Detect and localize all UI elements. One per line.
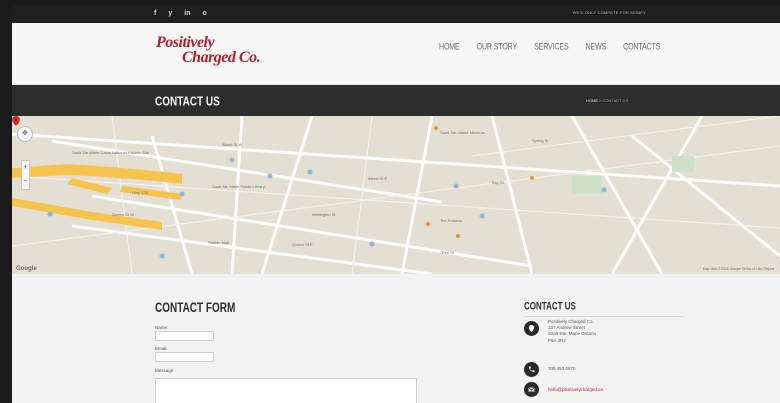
top-bar: f y in o WE'D ONLY COMPETE FOR MONEY — [12, 5, 780, 23]
address-line-3: Sault Ste. Marie Ontario — [548, 331, 597, 337]
name-label: Name: — [155, 325, 169, 330]
map-attribution[interactable]: Map data ©2016 Google Terms of Use Repor… — [703, 267, 774, 271]
breadcrumb-home[interactable]: HOME — [586, 98, 598, 103]
logo[interactable]: Positively Charged Co. — [156, 34, 261, 66]
map-label-albert-e: Albert St E — [368, 176, 387, 181]
logo-line-2: Charged Co. — [182, 49, 261, 66]
nav-home[interactable]: HOME — [439, 41, 460, 55]
map-tiles: Sault Ste Marie Canal National Historic … — [12, 116, 780, 274]
address: Positively Charged Co. 137 Andrew Street… — [548, 319, 596, 344]
google-logo: Google — [16, 266, 37, 272]
map-label-spring: Spring St — [532, 138, 549, 143]
facebook-icon[interactable]: f — [154, 9, 156, 19]
map-label-hwy: Hwy 17B — [132, 190, 148, 195]
email-address[interactable]: hello@positivelycharged.ca — [548, 387, 603, 392]
contact-us-heading: CONTACT US — [524, 300, 576, 313]
map-label-queen-w: Queen St W — [112, 212, 134, 217]
nav-our-story[interactable]: OUR STORY — [477, 41, 518, 55]
message-field[interactable] — [155, 378, 417, 403]
email-label: Email: — [155, 346, 168, 351]
nav-contacts[interactable]: CONTACTS — [623, 41, 660, 55]
breadcrumb: HOME » CONTACT US — [586, 98, 628, 103]
map-label-canal: Sault Ste Marie Canal National Historic … — [72, 150, 150, 155]
map-label-queen-e: Queen St E — [292, 242, 313, 247]
email-icon — [524, 382, 539, 397]
logo-line-1: Positively — [156, 34, 215, 51]
nav-news[interactable]: NEWS — [586, 41, 607, 55]
map-label-station-mall: Station Mall — [208, 240, 229, 245]
email-field[interactable] — [155, 352, 214, 362]
map-label-pim: Pim St — [442, 250, 455, 255]
twitter-icon[interactable]: y — [168, 9, 172, 19]
instagram-icon[interactable]: o — [202, 9, 206, 19]
message-label: Message: — [155, 368, 175, 373]
map-zoom-control[interactable]: + − — [21, 160, 30, 190]
breadcrumb-current: CONTACT US — [602, 98, 629, 103]
site-header: Positively Charged Co. HOME OUR STORY SE… — [12, 23, 780, 85]
page-title-bar: CONTACT US HOME » CONTACT US — [12, 85, 780, 116]
phone-icon — [524, 362, 539, 377]
nav-services[interactable]: SERVICES — [534, 41, 569, 55]
tagline: WE'D ONLY COMPETE FOR MONEY — [572, 10, 646, 15]
name-field[interactable] — [155, 331, 214, 341]
map-label-museum: Sault Ste. Marie Museum — [440, 130, 486, 135]
google-map[interactable]: Sault Ste Marie Canal National Historic … — [12, 116, 780, 274]
map-label-wellington: Wellington St — [312, 212, 336, 217]
browser-page: f y in o WE'D ONLY COMPETE FOR MONEY Pos… — [12, 5, 780, 403]
linkedin-icon[interactable]: in — [184, 9, 190, 19]
map-label-tim-hortons: Tim Hortons — [440, 218, 462, 223]
phone-number[interactable]: 705 453 5870 — [548, 366, 576, 371]
contact-form-title: CONTACT FORM — [155, 301, 236, 316]
location-icon — [524, 321, 539, 336]
contact-section: CONTACT FORM Name: Email: Message: CONTA… — [12, 274, 780, 403]
social-links: f y in o — [154, 9, 207, 19]
map-pin-icon[interactable] — [12, 116, 20, 126]
divider — [524, 316, 684, 317]
map-label-library: Sault Ste Marie Public Library — [212, 184, 265, 189]
map-pan-control[interactable]: ✥ — [17, 126, 33, 142]
map-label-albert-w: Albert St W — [222, 142, 242, 147]
page-title: CONTACT US — [155, 95, 220, 110]
main-nav: HOME OUR STORY SERVICES NEWS CONTACTS — [439, 43, 677, 53]
map-label-bay-st: Bay St — [492, 180, 505, 185]
address-line-4: P6A 3R2 — [548, 337, 566, 343]
